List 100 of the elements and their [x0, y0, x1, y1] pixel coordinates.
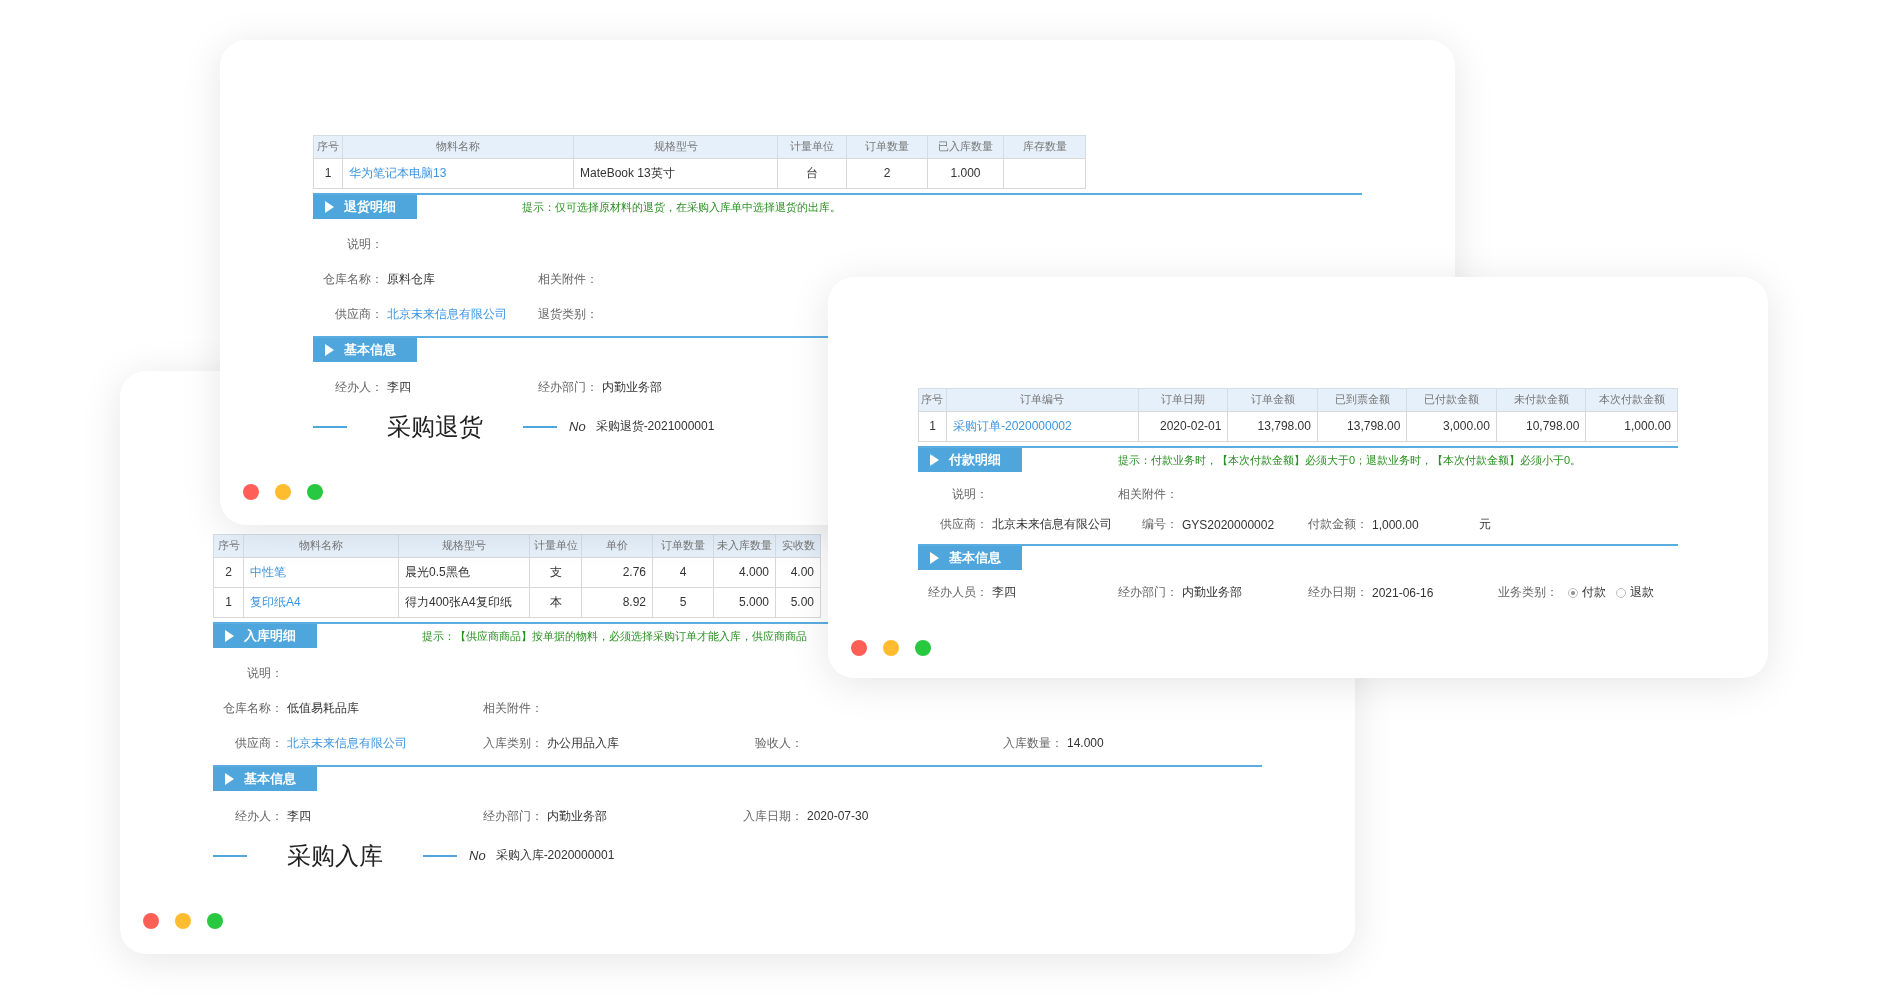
close-button[interactable] — [851, 640, 867, 656]
minimize-button[interactable] — [883, 640, 899, 656]
triangle-icon — [930, 454, 939, 466]
table-cell[interactable]: 采购订单-2020000002 — [946, 411, 1139, 442]
close-button[interactable] — [143, 913, 159, 929]
triangle-icon — [325, 201, 334, 213]
field-label: 说明： — [346, 236, 383, 253]
radio-button[interactable] — [1568, 588, 1578, 598]
table-cell: MateBook 13英寸 — [573, 158, 778, 189]
table-cell: 本 — [529, 587, 582, 618]
field-label: 仓库名称： — [322, 271, 383, 288]
table-cell: 5.00 — [775, 587, 821, 618]
maximize-button[interactable] — [915, 640, 931, 656]
triangle-icon — [225, 630, 234, 642]
field-label: 相关附件： — [1117, 486, 1178, 504]
field-label: 说明： — [246, 665, 283, 682]
supplier-link[interactable]: 北京未来信息有限公司 — [387, 306, 507, 323]
table-cell: 1 — [918, 411, 947, 442]
column-header: 已到票金额 — [1317, 388, 1407, 412]
field-label: 相关附件： — [482, 700, 543, 717]
minimize-button[interactable] — [175, 913, 191, 929]
close-button[interactable] — [243, 484, 259, 500]
field-label: 入库数量： — [1002, 735, 1063, 752]
radio-label: 退款 — [1630, 584, 1654, 602]
table-cell: 1 — [313, 158, 343, 189]
field-label: 经办部门： — [482, 808, 543, 825]
column-header: 订单数量 — [652, 534, 714, 558]
field-label: 经办人： — [334, 379, 383, 396]
column-header: 订单金额 — [1227, 388, 1318, 412]
column-header: 未付款金额 — [1496, 388, 1586, 412]
column-header: 序号 — [918, 388, 947, 412]
field-label: 业务类别： — [1497, 584, 1558, 602]
section-title: 入库明细 — [244, 627, 296, 645]
maximize-button[interactable] — [207, 913, 223, 929]
column-header: 序号 — [313, 135, 343, 159]
field-value: 2021-06-16 — [1372, 586, 1434, 600]
field-value: 内勤业务部 — [547, 808, 607, 825]
field-label: 经办人员： — [927, 584, 988, 602]
field-label: 入库类别： — [482, 735, 543, 752]
triangle-icon — [225, 773, 234, 785]
field-label: 说明： — [951, 486, 988, 504]
table-cell[interactable]: 复印纸A4 — [243, 587, 399, 618]
unit-label: 元 — [1478, 516, 1491, 534]
field-value: 1,000.00 — [1372, 518, 1419, 532]
field-value: 2020-07-30 — [807, 809, 869, 824]
field-label: 经办人： — [234, 808, 283, 825]
field-value: 内勤业务部 — [602, 379, 662, 396]
document-title: 采购入库 — [287, 841, 383, 871]
field-value: 办公用品入库 — [547, 735, 619, 752]
column-header: 本次付款金额 — [1585, 388, 1678, 412]
field-label: 付款金额： — [1307, 516, 1368, 534]
column-header: 未入库数量 — [713, 534, 776, 558]
section-title: 基本信息 — [949, 549, 1001, 567]
field-label: 仓库名称： — [222, 700, 283, 717]
field-value: GYS2020000002 — [1182, 518, 1275, 532]
field-label: 编号： — [1141, 516, 1178, 534]
column-header: 已入库数量 — [927, 135, 1004, 159]
field-label: 入库日期： — [742, 808, 803, 825]
field-value: 内勤业务部 — [1182, 584, 1242, 602]
column-header: 订单数量 — [846, 135, 928, 159]
document-title: 采购退货 — [387, 412, 483, 442]
field-label: 退货类别： — [537, 306, 598, 323]
table-cell[interactable]: 华为笔记本电脑13 — [342, 158, 574, 189]
hint-text: 提示：付款业务时，【本次付款金额】必须大于0；退款业务时，【本次付款金额】必须小于0。 — [1118, 453, 1582, 469]
column-header: 计量单位 — [529, 534, 582, 558]
supplier-link[interactable]: 北京未来信息有限公司 — [287, 735, 407, 752]
column-header: 实收数 — [775, 534, 821, 558]
table-cell: 5 — [652, 587, 714, 618]
field-value: 原料仓库 — [387, 271, 435, 288]
maximize-button[interactable] — [307, 484, 323, 500]
table-cell: 8.92 — [581, 587, 653, 618]
section-title: 退货明细 — [344, 198, 396, 216]
column-header: 规格型号 — [573, 135, 778, 159]
field-label: 供应商： — [234, 735, 283, 752]
section-title: 基本信息 — [244, 770, 296, 788]
table-cell: 得力400张A4复印纸 — [398, 587, 530, 618]
column-header: 订单编号 — [946, 388, 1139, 412]
section-title: 付款明细 — [949, 451, 1001, 469]
section-title: 基本信息 — [344, 341, 396, 359]
minimize-button[interactable] — [275, 484, 291, 500]
column-header: 规格型号 — [398, 534, 530, 558]
field-label: 经办部门： — [537, 379, 598, 396]
number-label: No — [469, 848, 486, 864]
field-label: 经办日期： — [1307, 584, 1368, 602]
column-header: 计量单位 — [777, 135, 847, 159]
table-cell: 5.000 — [713, 587, 776, 618]
table-cell: 1 — [213, 587, 244, 618]
field-label: 相关附件： — [537, 271, 598, 288]
hint-text: 提示：【供应商商品】按单据的物料，必须选择采购订单才能入库，供应商商品 — [422, 629, 807, 645]
column-header: 序号 — [213, 534, 244, 558]
column-header: 订单日期 — [1138, 388, 1228, 412]
document-number: 采购退货-2021000001 — [595, 418, 715, 436]
field-label: 经办部门： — [1117, 584, 1178, 602]
column-header: 物料名称 — [243, 534, 399, 558]
field-value: 低值易耗品库 — [287, 700, 359, 717]
column-header: 物料名称 — [342, 135, 574, 159]
column-header: 库存数量 — [1003, 135, 1086, 159]
field-value: 李四 — [287, 808, 311, 825]
hint-text: 提示：仅可选择原材料的退货，在采购入库单中选择退货的出库。 — [522, 200, 841, 216]
radio-label: 付款 — [1582, 584, 1606, 602]
